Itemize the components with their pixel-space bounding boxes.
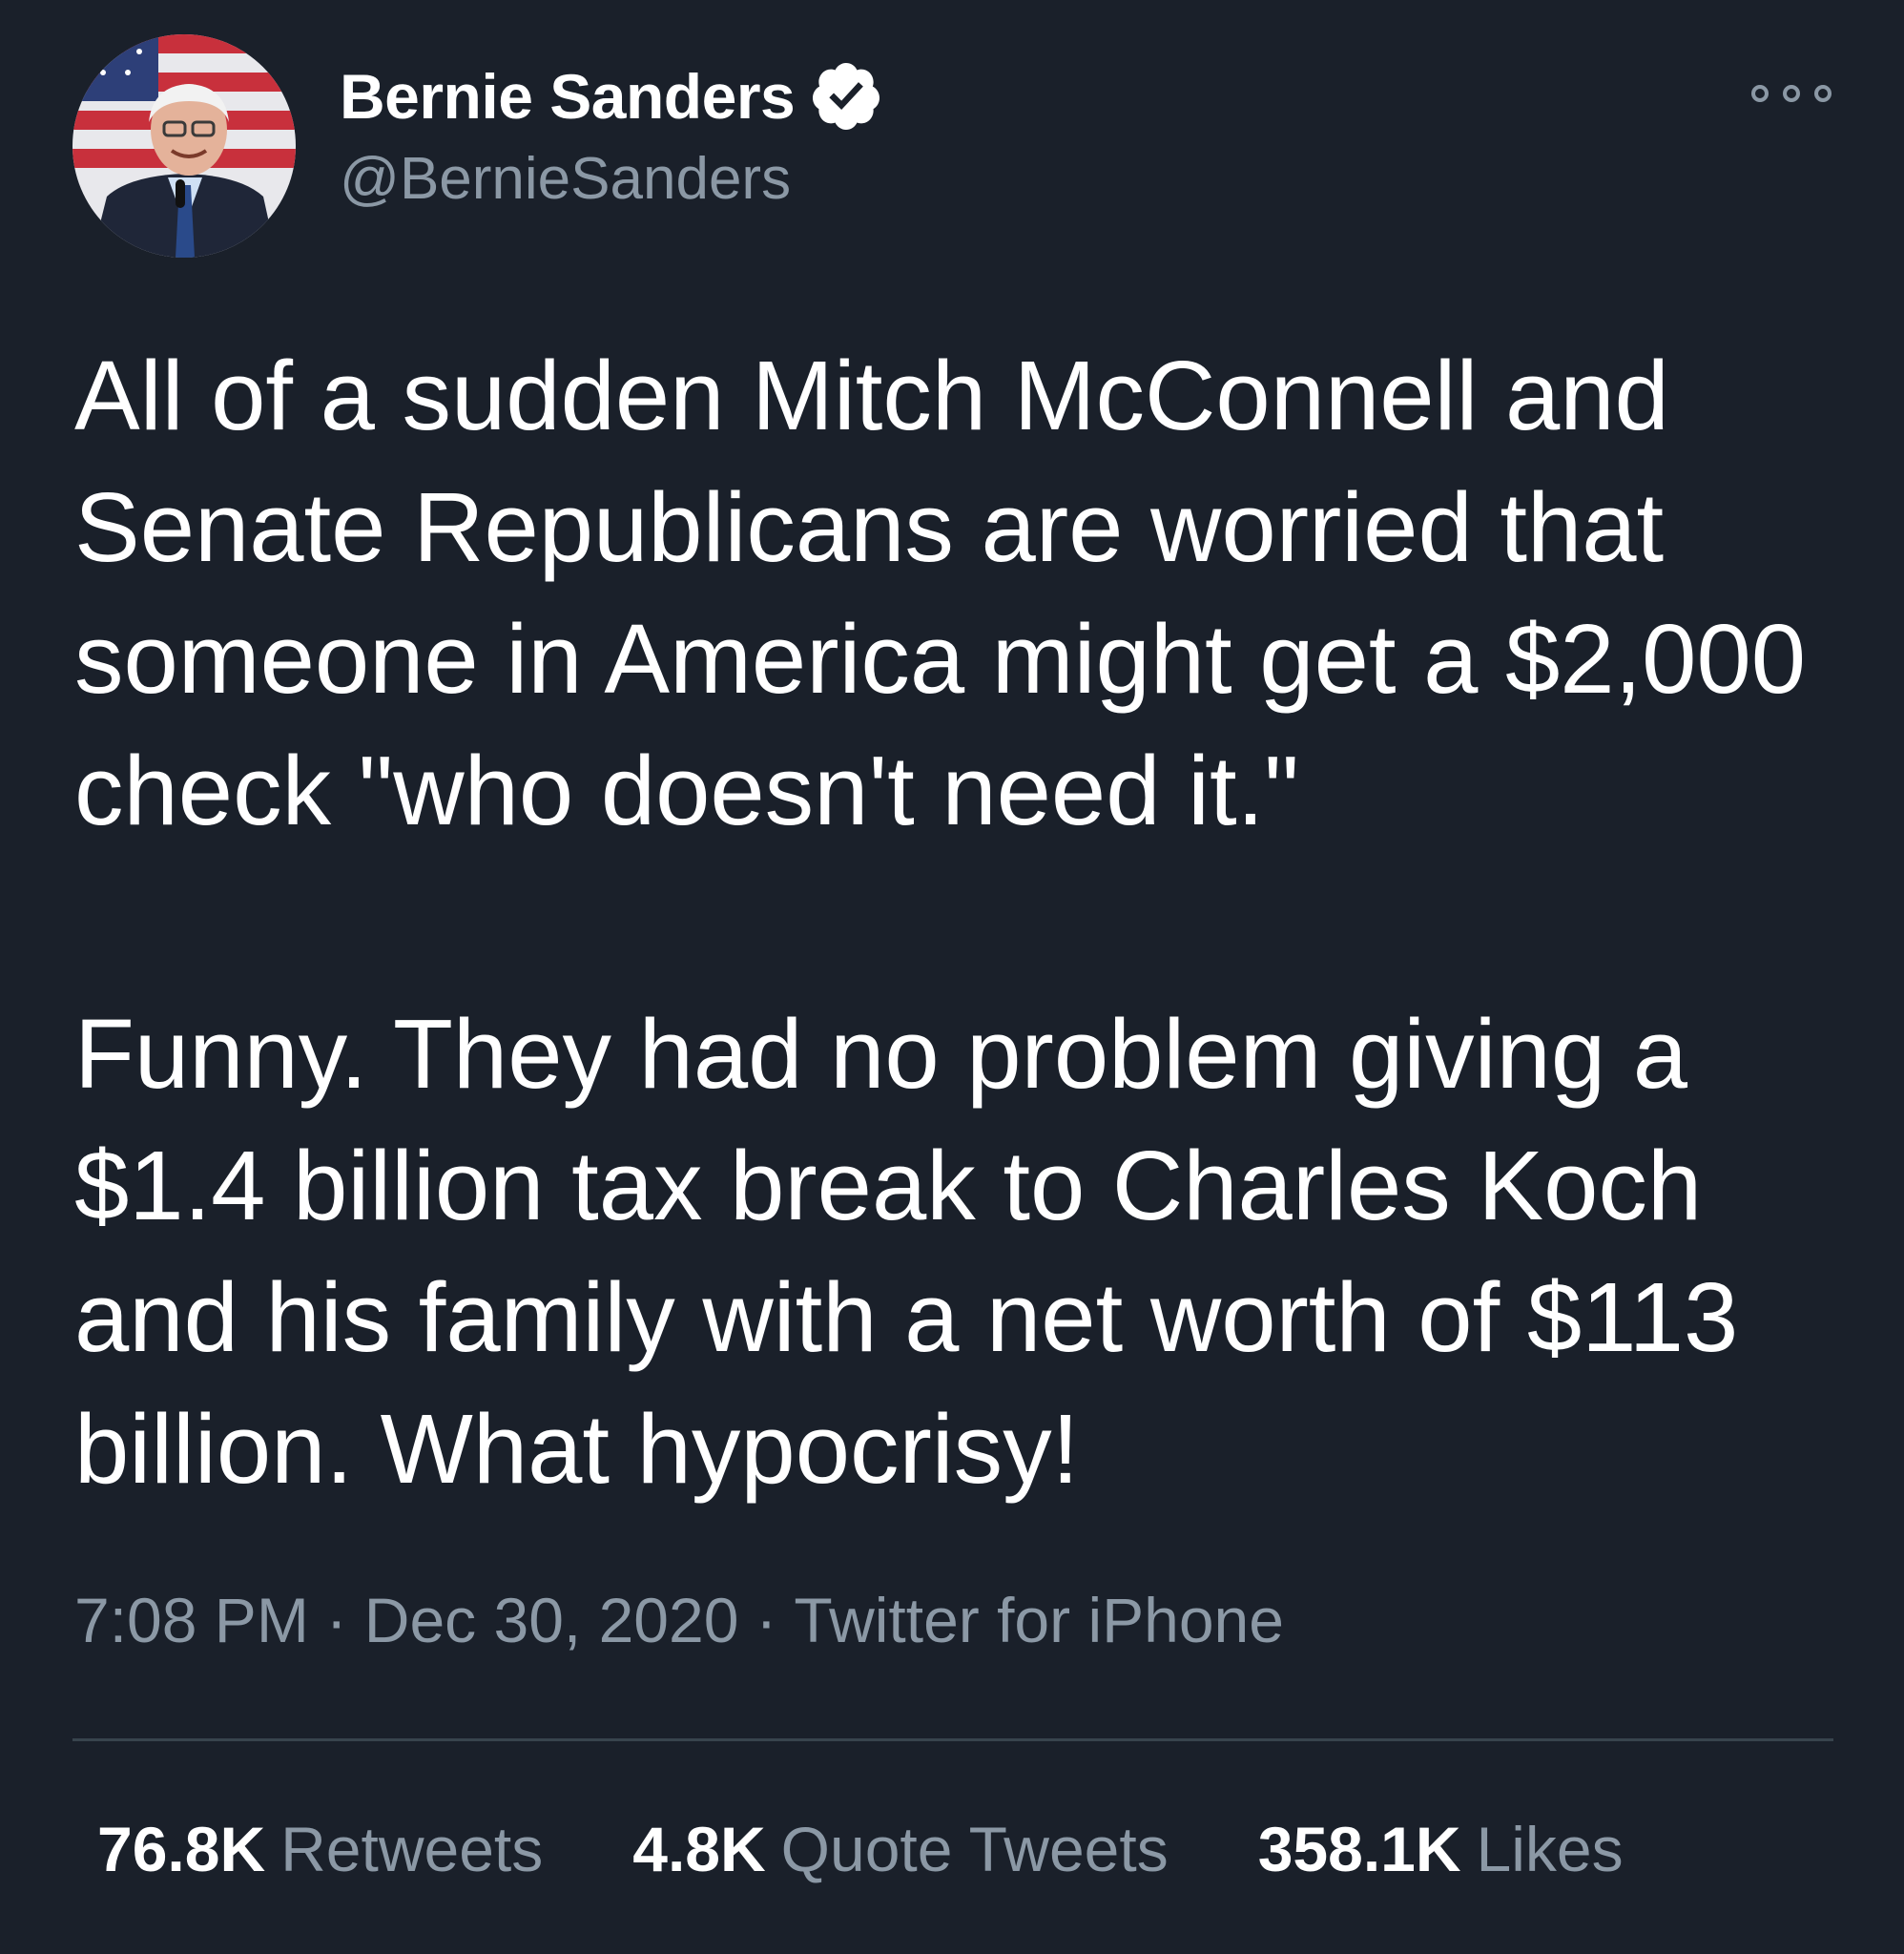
meta-separator: ·: [755, 1585, 777, 1655]
more-dot: [1751, 85, 1769, 102]
avatar[interactable]: [72, 34, 296, 258]
more-dot: [1783, 85, 1800, 102]
quote-tweets-stat[interactable]: 4.8K Quote Tweets: [632, 1813, 1168, 1885]
verified-badge-icon: [813, 63, 880, 130]
meta-separator: ·: [325, 1585, 347, 1655]
tweet-date[interactable]: Dec 30, 2020: [364, 1585, 739, 1655]
user-handle[interactable]: @BernieSanders: [340, 145, 791, 213]
tweet-meta: 7:08 PM · Dec 30, 2020 · Twitter for iPhone: [74, 1584, 1284, 1656]
retweets-stat[interactable]: 76.8K Retweets: [97, 1813, 543, 1885]
likes-label: Likes: [1476, 1814, 1624, 1884]
quote-tweets-count: 4.8K: [632, 1814, 766, 1884]
tweet-time[interactable]: 7:08 PM: [74, 1585, 309, 1655]
tweet-header: Bernie Sanders @BernieSanders: [0, 0, 1904, 277]
divider: [72, 1738, 1833, 1741]
likes-stat[interactable]: 358.1K Likes: [1258, 1813, 1624, 1885]
more-dot: [1814, 85, 1832, 102]
likes-count: 358.1K: [1257, 1814, 1461, 1884]
retweets-label: Retweets: [280, 1814, 544, 1884]
tweet-text: All of a sudden Mitch McConnell and Sena…: [74, 341, 1807, 1504]
quote-tweets-label: Quote Tweets: [780, 1814, 1169, 1884]
tweet-source[interactable]: Twitter for iPhone: [794, 1585, 1284, 1655]
display-name[interactable]: Bernie Sanders: [340, 60, 796, 133]
tweet-stats: 76.8K Retweets 4.8K Quote Tweets 358.1K Lik…: [97, 1813, 1624, 1885]
avatar-image: [72, 34, 296, 258]
retweets-count: 76.8K: [97, 1814, 266, 1884]
name-row: Bernie Sanders: [340, 55, 884, 137]
more-options-icon[interactable]: [1751, 73, 1832, 114]
